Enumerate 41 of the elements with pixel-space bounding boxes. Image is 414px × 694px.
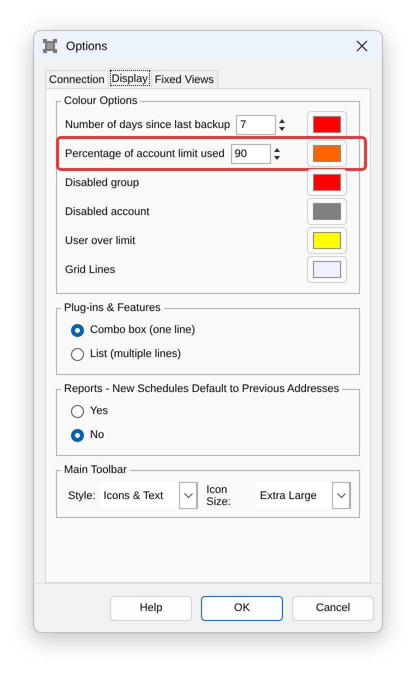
radio-icon[interactable] bbox=[71, 348, 84, 361]
colour-swatch-button[interactable] bbox=[307, 198, 347, 226]
style-label: Style: bbox=[68, 490, 96, 502]
tab[interactable]: Display bbox=[108, 68, 152, 88]
tab[interactable]: Connection bbox=[45, 70, 109, 88]
radio-option[interactable]: List (multiple lines) bbox=[65, 342, 351, 366]
option-label: Number of days since last backup bbox=[65, 118, 230, 131]
window-title: Options bbox=[66, 38, 108, 53]
colour-swatch-button[interactable] bbox=[307, 169, 347, 196]
chevron-down-icon bbox=[184, 493, 193, 498]
option-label: Grid Lines bbox=[65, 264, 116, 276]
group-title: Reports - New Schedules Default to Previous Addresses bbox=[63, 383, 340, 396]
dialog-button[interactable]: Cancel bbox=[292, 596, 374, 621]
radio-icon[interactable] bbox=[71, 428, 84, 442]
app-icon bbox=[42, 38, 58, 54]
colour-swatch-button[interactable] bbox=[307, 111, 347, 138]
group-title: Colour Options bbox=[63, 95, 138, 108]
radio-option[interactable]: No bbox=[65, 423, 351, 448]
radio-option[interactable]: Combo box (one line) bbox=[65, 318, 351, 342]
radio-option[interactable]: Yes bbox=[65, 399, 351, 424]
dialog-button[interactable]: Help bbox=[110, 596, 192, 621]
tab[interactable]: Fixed Views bbox=[150, 70, 218, 88]
option-label: User over limit bbox=[65, 234, 136, 247]
group-title: Main Toolbar bbox=[63, 464, 128, 476]
colour-swatch-button[interactable] bbox=[307, 256, 347, 284]
radio-icon[interactable] bbox=[71, 324, 84, 337]
group-title: Plug-ins & Features bbox=[63, 302, 162, 314]
style-dropdown[interactable]: Icons & Text bbox=[100, 482, 198, 510]
option-label: Percentage of account limit used bbox=[65, 148, 225, 160]
colour-swatch-button[interactable] bbox=[307, 140, 347, 168]
dialog-button[interactable]: OK bbox=[201, 596, 283, 621]
colour-swatch-button[interactable] bbox=[307, 227, 347, 254]
icon-size-label: Icon Size: bbox=[206, 484, 232, 508]
chevron-down-icon bbox=[336, 493, 346, 498]
option-label: Disabled group bbox=[65, 176, 139, 189]
close-icon bbox=[356, 40, 368, 52]
option-label: Disabled account bbox=[65, 206, 150, 218]
icon-size-dropdown[interactable]: Extra Large bbox=[256, 482, 351, 510]
radio-icon[interactable] bbox=[71, 404, 84, 418]
number-field[interactable]: 7 bbox=[236, 114, 276, 135]
number-field[interactable]: 90 bbox=[230, 144, 271, 164]
